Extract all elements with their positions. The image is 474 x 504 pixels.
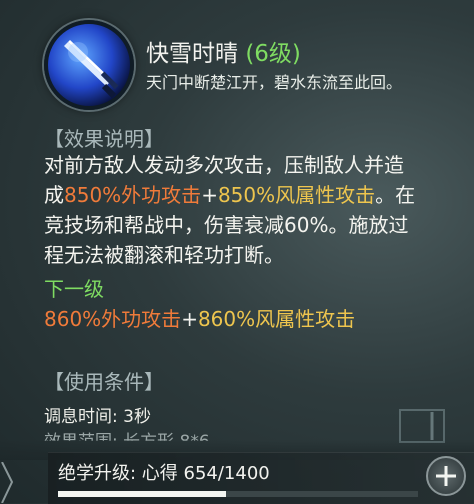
upgrade-progress-fill [58, 491, 227, 497]
skill-title: 快雪时晴 (6级) [146, 34, 301, 68]
effect-line-2-suffix: 。在 [375, 183, 416, 207]
skill-level: (6级) [245, 41, 301, 67]
conditions-section-header: 【使用条件】 [44, 370, 164, 394]
sword-icon [44, 20, 134, 110]
effect-line-4: 程无法被翻滚和轻功打断。 [44, 243, 284, 267]
next-wind-attack-value: 860%风属性攻击 [197, 307, 356, 331]
next-plus-sign: + [181, 307, 198, 331]
plus-icon [436, 466, 456, 486]
left-edge-ornament-icon [1, 462, 14, 503]
next-level-label: 下一级 [44, 277, 104, 301]
external-attack-value: 850%外功攻击 [64, 183, 202, 207]
skill-tooltip-panel: 快雪时晴 (6级) 天门中断楚江开，碧水东流至此回。 【效果说明】 对前方敌人发… [0, 0, 474, 503]
effect-line-1: 对前方敌人发动多次攻击，压制敌人并造 [44, 153, 404, 177]
decorative-frame-icon [399, 409, 445, 443]
upgrade-progress-track [58, 491, 418, 497]
effect-line-2: 成850%外功攻击+850%风属性攻击。在 [44, 180, 444, 210]
next-external-attack-value: 860%外功攻击 [44, 307, 182, 331]
upgrade-plus-button[interactable] [426, 456, 466, 496]
plus-sign: + [201, 183, 218, 207]
next-level-values: 860%外功攻击+860%风属性攻击 [44, 303, 355, 332]
effect-line-2-prefix: 成 [44, 183, 64, 207]
wind-attack-value: 850%风属性攻击 [217, 183, 376, 207]
effect-section-header: 【效果说明】 [44, 127, 164, 151]
effect-description: 对前方敌人发动多次攻击，压制敌人并造 成850%外功攻击+850%风属性攻击。在… [44, 150, 444, 270]
upgrade-progress-label: 绝学升级: 心得 654/1400 [58, 463, 270, 484]
effect-line-3: 竞技场和帮战中，伤害衰减60%。施放过 [44, 213, 409, 237]
skill-name: 快雪时晴 [146, 41, 238, 67]
cooldown-text: 调息时间: 3秒 [44, 407, 151, 427]
skill-description: 天门中断楚江开，碧水东流至此回。 [146, 73, 403, 92]
